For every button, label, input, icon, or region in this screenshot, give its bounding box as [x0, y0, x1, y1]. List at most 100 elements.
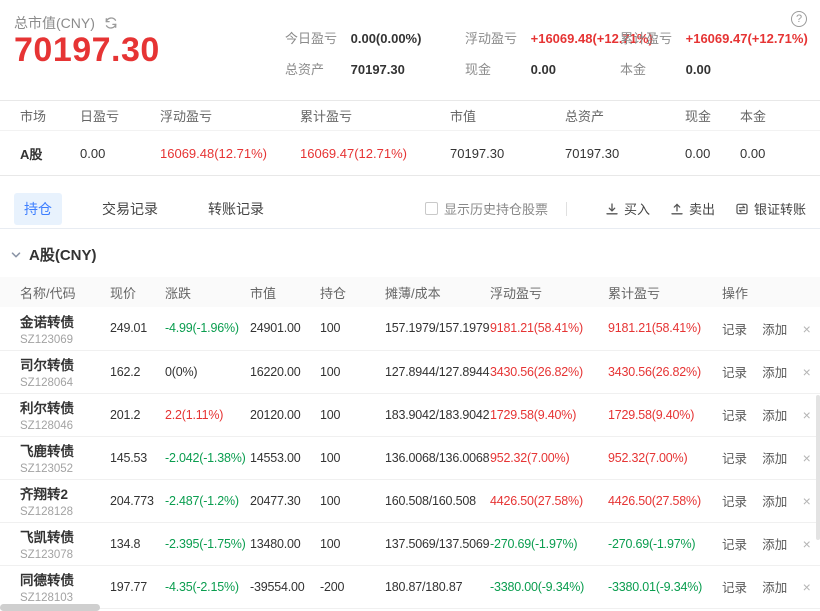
close-icon[interactable]: × [803, 321, 811, 337]
position-cell: 100 [320, 350, 385, 393]
stock-name[interactable]: 齐翔转2 [20, 483, 110, 503]
sell-icon [670, 202, 684, 216]
help-icon[interactable]: ? [791, 11, 807, 27]
tab-trade-records[interactable]: 交易记录 [92, 193, 168, 225]
horizontal-scrollbar[interactable] [0, 604, 100, 611]
price-cell: 197.77 [110, 565, 165, 608]
record-link[interactable]: 记录 [722, 409, 747, 423]
stat-item: 浮动盈亏 +16069.48(+12.71%) [465, 28, 620, 47]
market-value-cell: 16220.00 [250, 350, 320, 393]
stat-item: 总资产 70197.30 [285, 59, 465, 78]
add-link[interactable]: 添加 [762, 495, 787, 509]
stock-code: SZ128103 [20, 592, 110, 604]
stock-name[interactable]: 金诺转债 [20, 311, 110, 331]
table-row: 金诺转债 SZ123069 249.01 -4.99(-1.96%) 24901… [0, 307, 820, 350]
add-link[interactable]: 添加 [762, 538, 787, 552]
col-market-value: 市值 [450, 101, 565, 131]
col-float-pl: 浮动盈亏 [490, 277, 608, 307]
record-link[interactable]: 记录 [722, 323, 747, 337]
show-history-label: 显示历史持仓股票 [444, 199, 548, 218]
market-value-cell: 20477.30 [250, 479, 320, 522]
cash-value: 0.00 [685, 131, 740, 176]
sell-button[interactable]: 卖出 [670, 199, 715, 218]
position-cell: 100 [320, 393, 385, 436]
col-position: 持仓 [320, 277, 385, 307]
stat-value: 0.00(0.00%) [351, 31, 422, 46]
col-principal: 本金 [740, 101, 820, 131]
add-link[interactable]: 添加 [762, 366, 787, 380]
price-cell: 134.8 [110, 522, 165, 565]
add-link[interactable]: 添加 [762, 581, 787, 595]
buy-button[interactable]: 买入 [605, 199, 650, 218]
tab-transfer-records[interactable]: 转账记录 [198, 193, 274, 225]
bank-transfer-icon [735, 202, 749, 216]
add-link[interactable]: 添加 [762, 409, 787, 423]
stat-item: 现金 0.00 [465, 59, 620, 78]
close-icon[interactable]: × [803, 364, 811, 380]
add-link[interactable]: 添加 [762, 323, 787, 337]
cost-cell: 183.9042/183.9042 [385, 393, 490, 436]
change-cell: -2.395(-1.75%) [165, 522, 250, 565]
record-link[interactable]: 记录 [722, 495, 747, 509]
show-history-checkbox[interactable]: 显示历史持仓股票 [425, 199, 548, 218]
stock-name[interactable]: 司尔转债 [20, 354, 110, 374]
record-link[interactable]: 记录 [722, 452, 747, 466]
add-link[interactable]: 添加 [762, 452, 787, 466]
stock-name-cell: 飞鹿转债 SZ123052 [0, 436, 110, 479]
cost-cell: 180.87/180.87 [385, 565, 490, 608]
checkbox-icon[interactable] [425, 202, 438, 215]
table-row: 飞鹿转债 SZ123052 145.53 -2.042(-1.38%) 1455… [0, 436, 820, 479]
vertical-scrollbar[interactable] [816, 395, 820, 540]
portfolio-page: 总市值(CNY) 70197.30 今日盈亏 0.00(0.00%) 浮动盈亏 … [0, 0, 820, 611]
float-pl-cell: 4426.50(27.58%) [490, 479, 608, 522]
col-price: 现价 [110, 277, 165, 307]
col-total-assets: 总资产 [565, 101, 685, 131]
stat-label: 本金 [620, 59, 680, 78]
stock-name-cell: 飞凯转债 SZ123078 [0, 522, 110, 565]
position-cell: 100 [320, 307, 385, 350]
col-cost: 摊薄/成本 [385, 277, 490, 307]
actions-cell: 记录 添加 × [722, 565, 820, 608]
float-pl-cell: -270.69(-1.97%) [490, 522, 608, 565]
price-cell: 204.773 [110, 479, 165, 522]
record-link[interactable]: 记录 [722, 538, 747, 552]
cum-pl-cell: -270.69(-1.97%) [608, 522, 722, 565]
stock-name[interactable]: 飞凯转债 [20, 526, 110, 546]
float-pl-cell: -3380.00(-9.34%) [490, 565, 608, 608]
col-name-code: 名称/代码 [0, 277, 110, 307]
principal-value: 0.00 [740, 131, 820, 176]
tab-holdings[interactable]: 持仓 [14, 193, 62, 225]
close-icon[interactable]: × [803, 407, 811, 423]
summary-header: 总市值(CNY) 70197.30 今日盈亏 0.00(0.00%) 浮动盈亏 … [0, 0, 820, 100]
stat-label: 浮动盈亏 [465, 28, 525, 47]
stat-label: 总资产 [285, 59, 345, 78]
stock-code: SZ123069 [20, 334, 110, 346]
total-market-value: 70197.30 [14, 31, 160, 70]
stock-name[interactable]: 同德转债 [20, 569, 110, 589]
holdings-header-row: 名称/代码 现价 涨跌 市值 持仓 摊薄/成本 浮动盈亏 累计盈亏 操作 [0, 277, 820, 307]
position-cell: 100 [320, 522, 385, 565]
close-icon[interactable]: × [803, 493, 811, 509]
daily-pl-value: 0.00 [80, 131, 160, 176]
stat-value: 70197.30 [351, 62, 405, 77]
bank-transfer-button[interactable]: 银证转账 [735, 199, 806, 218]
floating-pl-value: 16069.48(12.71%) [160, 131, 300, 176]
close-icon[interactable]: × [803, 450, 811, 466]
record-link[interactable]: 记录 [722, 581, 747, 595]
section-a-shares[interactable]: A股(CNY) [0, 229, 820, 277]
col-change: 涨跌 [165, 277, 250, 307]
actions-cell: 记录 添加 × [722, 393, 820, 436]
cum-pl-cell: 952.32(7.00%) [608, 436, 722, 479]
close-icon[interactable]: × [803, 579, 811, 595]
stat-value: 0.00 [531, 62, 556, 77]
table-row: 司尔转债 SZ128064 162.2 0(0%) 16220.00 100 1… [0, 350, 820, 393]
cost-cell: 136.0068/136.0068 [385, 436, 490, 479]
stock-name[interactable]: 飞鹿转债 [20, 440, 110, 460]
close-icon[interactable]: × [803, 536, 811, 552]
section-title: A股(CNY) [29, 244, 97, 265]
buy-icon [605, 202, 619, 216]
stock-name[interactable]: 利尔转债 [20, 397, 110, 417]
refresh-icon[interactable] [104, 16, 118, 30]
record-link[interactable]: 记录 [722, 366, 747, 380]
market-header-row: 市场 日盈亏 浮动盈亏 累计盈亏 市值 总资产 现金 本金 [0, 101, 820, 131]
